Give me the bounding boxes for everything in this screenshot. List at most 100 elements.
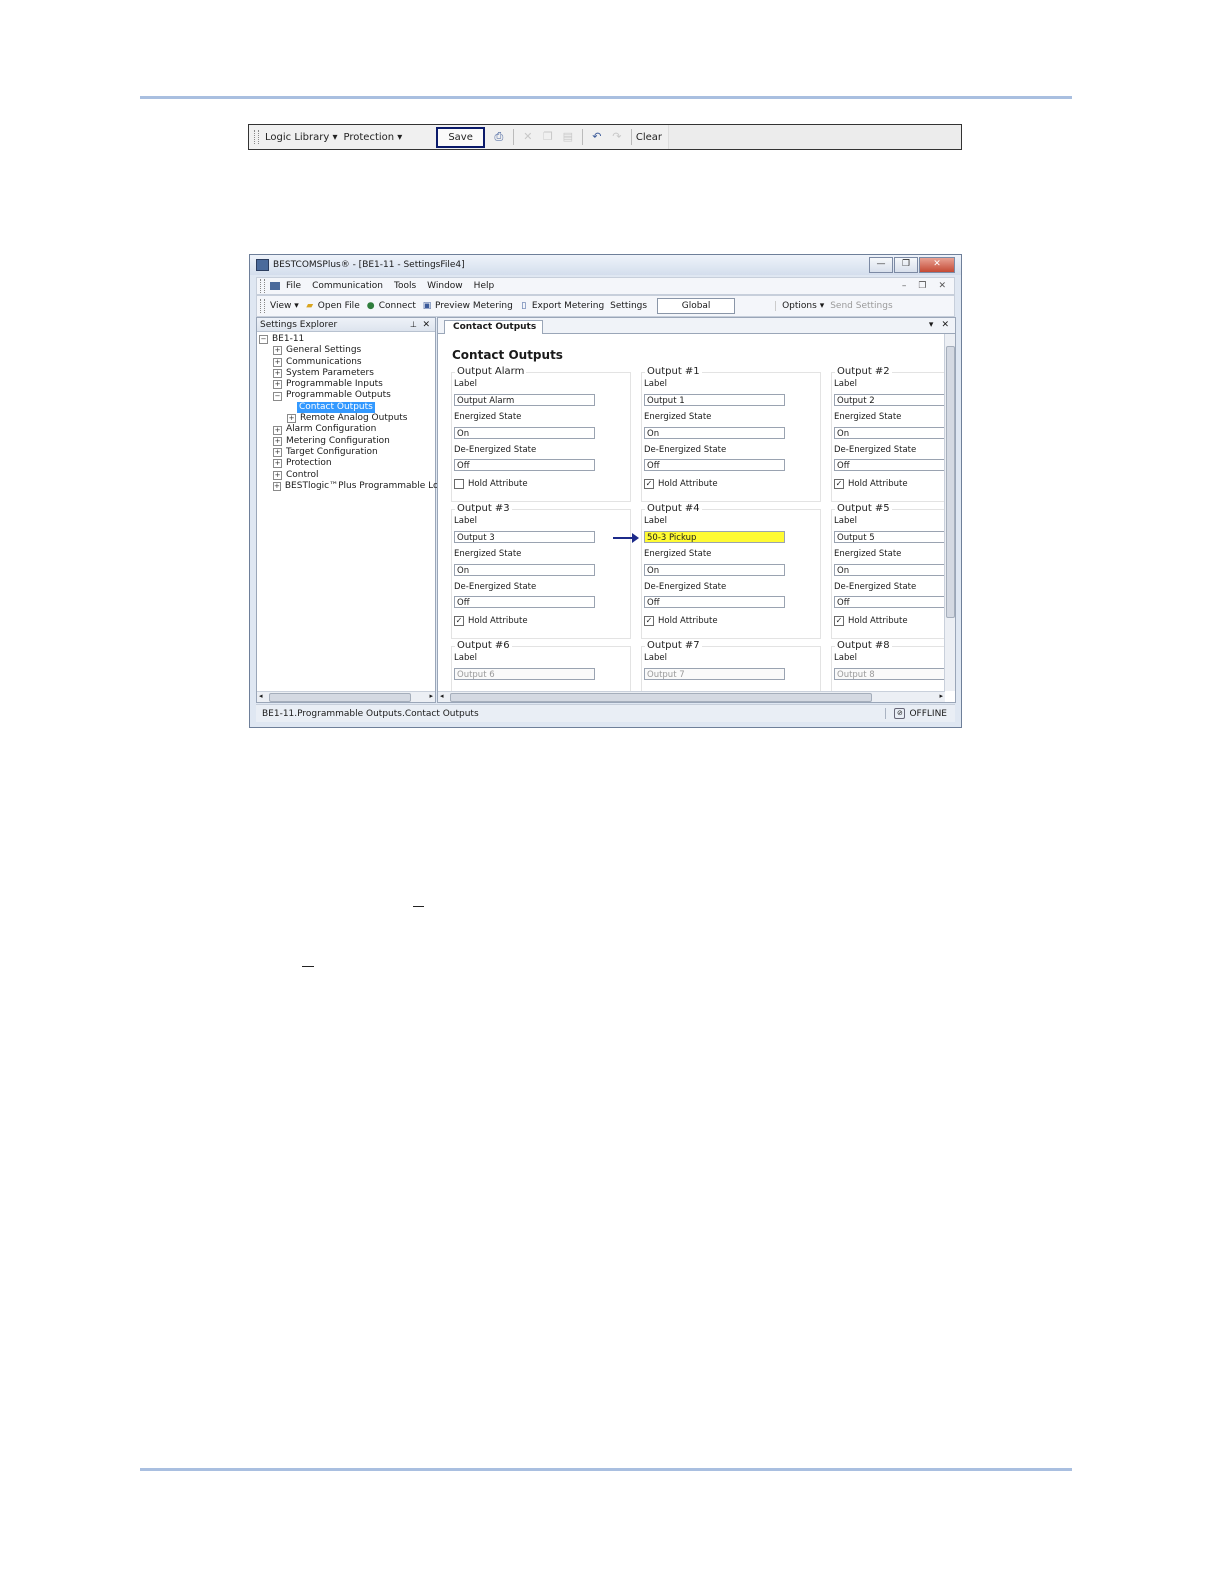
label-field[interactable]: Output 1 xyxy=(644,394,785,406)
hold-attribute-checkbox[interactable]: ✓ Hold Attribute xyxy=(454,616,528,626)
maximize-button[interactable]: ❐ xyxy=(894,257,918,273)
collapse-icon[interactable]: − xyxy=(273,391,282,401)
send-settings-button[interactable]: Send Settings xyxy=(830,301,892,311)
label-field[interactable]: Output 2 xyxy=(834,394,955,406)
scrollbar-thumb[interactable] xyxy=(450,693,872,702)
expand-icon[interactable]: + xyxy=(287,414,296,424)
tree-item-contact-outputs[interactable]: Contact Outputs xyxy=(259,401,435,414)
scrollbar-thumb[interactable] xyxy=(946,346,955,618)
tree-item-alarm-configuration[interactable]: + Alarm Configuration xyxy=(259,424,435,435)
label-field[interactable]: Output 7 xyxy=(644,668,785,680)
tree-item-bestlogic[interactable]: + BESTlogic™Plus Programmable Logic xyxy=(259,481,452,492)
expand-icon[interactable]: + xyxy=(273,346,282,356)
collapse-icon[interactable]: − xyxy=(259,335,268,345)
menu-grip[interactable] xyxy=(260,279,265,293)
view-dropdown[interactable]: View ▾ xyxy=(270,301,299,311)
settings-combo[interactable]: Global xyxy=(657,298,736,314)
hold-attribute-checkbox[interactable]: ✓ Hold Attribute xyxy=(644,479,718,489)
clear-button[interactable]: Clear xyxy=(636,132,662,143)
scrollbar-thumb[interactable] xyxy=(269,693,411,702)
toolbar-grip[interactable] xyxy=(254,130,259,144)
expand-icon[interactable]: + xyxy=(273,459,282,469)
export-metering-button[interactable]: ▯ Export Metering xyxy=(519,301,604,311)
label-field[interactable]: Output 3 xyxy=(454,531,595,543)
tree-item-system-parameters[interactable]: + System Parameters xyxy=(259,368,435,379)
close-button[interactable]: ✕ xyxy=(919,257,955,273)
deenergized-state-field[interactable]: Off xyxy=(644,596,785,608)
menu-window[interactable]: Window xyxy=(427,281,463,291)
open-file-button[interactable]: ▰ Open File xyxy=(305,301,359,311)
tree-item-programmable-outputs[interactable]: − Programmable Outputs xyxy=(259,390,435,401)
expand-icon[interactable]: + xyxy=(273,380,282,390)
energized-state-field[interactable]: On xyxy=(454,427,595,439)
checkbox-icon[interactable]: ✓ xyxy=(834,616,844,626)
deenergized-state-field[interactable]: Off xyxy=(834,459,955,471)
scroll-left-icon[interactable]: ◂ xyxy=(259,692,263,700)
checkbox-icon[interactable] xyxy=(454,479,464,489)
deenergized-state-field[interactable]: Off xyxy=(834,596,955,608)
checkbox-icon[interactable]: ✓ xyxy=(644,616,654,626)
scroll-right-icon[interactable]: ▸ xyxy=(429,692,433,700)
tree-item-programmable-inputs[interactable]: + Programmable Inputs xyxy=(259,379,435,390)
protection-dropdown[interactable]: Protection ▾ xyxy=(344,132,403,143)
energized-state-field[interactable]: On xyxy=(644,427,785,439)
copy-icon[interactable]: ❐ xyxy=(541,130,555,144)
mdi-minimize-icon[interactable]: – xyxy=(902,281,907,291)
expand-icon[interactable]: + xyxy=(273,482,281,491)
expand-icon[interactable]: + xyxy=(273,470,282,480)
tab-contact-outputs[interactable]: Contact Outputs xyxy=(444,320,544,334)
expand-icon[interactable]: + xyxy=(273,425,282,435)
expand-icon[interactable]: + xyxy=(273,436,282,446)
checkbox-icon[interactable]: ✓ xyxy=(454,616,464,626)
print-icon[interactable]: ⎙ xyxy=(492,130,506,144)
logic-library-dropdown[interactable]: Logic Library ▾ xyxy=(265,132,338,143)
toolbar-grip[interactable] xyxy=(260,299,265,313)
expand-icon[interactable]: + xyxy=(273,448,282,458)
tab-list-icon[interactable]: ▾ xyxy=(929,320,934,330)
menu-file[interactable]: File xyxy=(286,281,301,291)
label-field[interactable]: Output 6 xyxy=(454,668,595,680)
explorer-horizontal-scrollbar[interactable]: ◂ ▸ xyxy=(257,691,435,702)
options-dropdown[interactable]: Options ▾ xyxy=(782,301,824,311)
energized-state-field[interactable]: On xyxy=(834,564,955,576)
scroll-right-icon[interactable]: ▸ xyxy=(939,692,943,700)
tree-item-general-settings[interactable]: + General Settings xyxy=(259,345,435,356)
tree-item-control[interactable]: + Control xyxy=(259,470,435,481)
content-horizontal-scrollbar[interactable]: ◂ ▸ xyxy=(438,691,945,702)
menu-tools[interactable]: Tools xyxy=(394,281,416,291)
deenergized-state-field[interactable]: Off xyxy=(454,596,595,608)
minimize-button[interactable]: — xyxy=(869,257,893,273)
checkbox-icon[interactable]: ✓ xyxy=(644,479,654,489)
tree-item-protection[interactable]: + Protection xyxy=(259,458,435,469)
menu-help[interactable]: Help xyxy=(474,281,495,291)
tree-item-remote-analog-outputs[interactable]: + Remote Analog Outputs xyxy=(259,413,435,424)
deenergized-state-field[interactable]: Off xyxy=(454,459,595,471)
mdi-restore-icon[interactable]: ❐ xyxy=(918,281,926,291)
preview-metering-button[interactable]: ▣ Preview Metering xyxy=(422,301,513,311)
menu-communication[interactable]: Communication xyxy=(312,281,383,291)
deenergized-state-field[interactable]: Off xyxy=(644,459,785,471)
tree-item-target-configuration[interactable]: + Target Configuration xyxy=(259,447,435,458)
pin-icon[interactable]: ⊥ xyxy=(410,320,417,329)
close-icon[interactable]: ✕ xyxy=(422,320,430,330)
paste-icon[interactable]: ▤ xyxy=(561,130,575,144)
label-field[interactable]: Output 5 xyxy=(834,531,955,543)
cut-icon[interactable]: ✕ xyxy=(521,130,535,144)
undo-icon[interactable]: ↶ xyxy=(590,130,604,144)
redo-icon[interactable]: ↷ xyxy=(610,130,624,144)
hold-attribute-checkbox[interactable]: Hold Attribute xyxy=(454,479,528,489)
hold-attribute-checkbox[interactable]: ✓ Hold Attribute xyxy=(834,479,908,489)
energized-state-field[interactable]: On xyxy=(454,564,595,576)
content-vertical-scrollbar[interactable] xyxy=(944,334,955,691)
scroll-left-icon[interactable]: ◂ xyxy=(440,692,444,700)
connect-button[interactable]: ● Connect xyxy=(366,301,416,311)
tree-item-communications[interactable]: + Communications xyxy=(259,357,435,368)
save-button[interactable]: Save xyxy=(436,126,485,148)
expand-icon[interactable]: + xyxy=(273,357,282,367)
hold-attribute-checkbox[interactable]: ✓ Hold Attribute xyxy=(834,616,908,626)
label-field[interactable]: 50-3 Pickup xyxy=(644,531,785,543)
hold-attribute-checkbox[interactable]: ✓ Hold Attribute xyxy=(644,616,718,626)
energized-state-field[interactable]: On xyxy=(834,427,955,439)
tab-close-icon[interactable]: ✕ xyxy=(941,320,949,330)
checkbox-icon[interactable]: ✓ xyxy=(834,479,844,489)
